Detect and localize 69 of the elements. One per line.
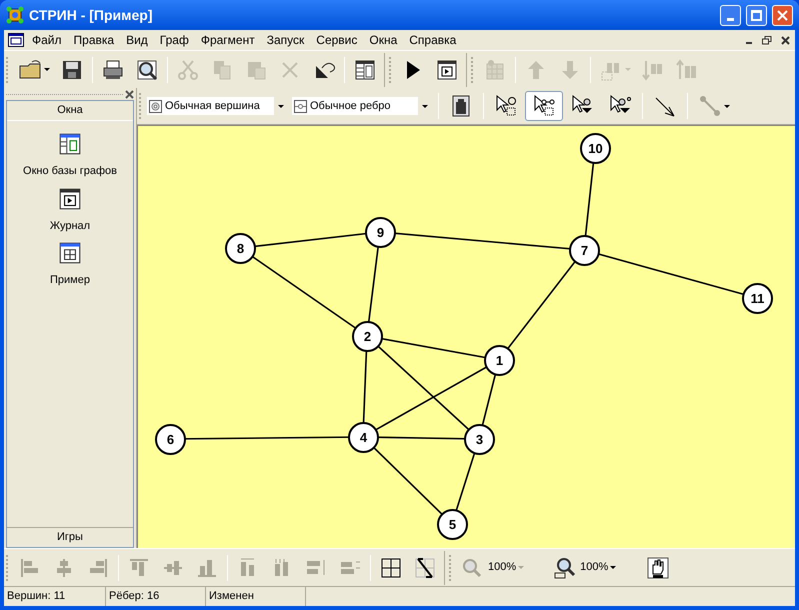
graph-vertex: 3	[464, 424, 495, 455]
app-logo-icon	[6, 6, 24, 24]
graph-vertex: 7	[569, 235, 600, 266]
caret-icon	[724, 104, 730, 108]
binoculars-up-arrow-icon	[675, 58, 699, 82]
table-window-icon	[353, 58, 377, 82]
graph-vertex: 4	[348, 422, 379, 453]
ring-icon	[149, 100, 162, 112]
caret-icon	[44, 68, 50, 71]
caret-icon	[422, 104, 428, 108]
window-title: СТРИН - [Пример]	[29, 6, 154, 25]
menu-item[interactable]: Файл	[26, 31, 68, 49]
caret-icon	[278, 104, 284, 108]
cursor-edge-button[interactable]	[525, 91, 563, 121]
sidebar-item[interactable]: Журнал	[50, 184, 90, 236]
scissors-icon	[176, 58, 200, 82]
printer-icon	[101, 58, 125, 82]
graph-vertex: 1	[484, 345, 515, 376]
status-text: Вершин: 11	[4, 587, 106, 606]
cursor-edge-icon	[532, 94, 556, 118]
vertex-type-dropdown[interactable]: Обычная вершина	[146, 96, 287, 116]
close-button[interactable]	[772, 4, 793, 26]
close-icon[interactable]	[125, 90, 134, 98]
sidebar-footer[interactable]: Игры	[7, 527, 133, 547]
sidebar-item[interactable]: Пример	[50, 238, 90, 290]
play-window-icon	[435, 58, 459, 82]
edge-type-dropdown[interactable]: Обычное ребро	[291, 96, 431, 116]
menu-item[interactable]: Справка	[403, 31, 462, 49]
cursor-vertex-icon	[494, 94, 518, 118]
graph-vertex: 5	[437, 509, 468, 540]
caret-icon	[518, 566, 524, 569]
graph-window-icon	[57, 240, 83, 266]
status-text: Изменен	[206, 587, 306, 606]
hand-icon	[646, 556, 670, 580]
menu-item[interactable]: Сервис	[310, 31, 364, 49]
close-icon	[780, 36, 790, 44]
magnifier-icon	[552, 556, 576, 580]
graph-vertex: 6	[155, 424, 186, 455]
document-icon	[8, 33, 24, 47]
minimize-button[interactable]	[720, 4, 741, 26]
menu-item[interactable]: Граф	[154, 31, 195, 49]
menu-item[interactable]: Окна	[363, 31, 404, 49]
graph-vertex: 10	[580, 133, 611, 164]
graph-vertex: 9	[365, 217, 396, 248]
maximize-button[interactable]	[746, 4, 767, 26]
zoom-dropdown[interactable]: 100%	[456, 552, 528, 582]
graph-vertex: 11	[742, 283, 773, 314]
close-icon	[777, 10, 788, 20]
sidebar-item[interactable]: Окно базы графов	[23, 129, 117, 182]
graph-table-icon	[57, 131, 83, 157]
grid-icon	[379, 556, 403, 580]
magnifier-icon	[135, 58, 159, 82]
menu-item[interactable]: Правка	[68, 31, 120, 49]
status-text: Рёбер: 16	[106, 587, 206, 606]
caret-icon	[625, 68, 631, 71]
connected-dots-icon	[698, 94, 722, 118]
zoom-all-dropdown[interactable]: 100%	[548, 552, 620, 582]
sidebar-header[interactable]: Окна	[7, 101, 133, 121]
graph-vertex: 2	[352, 321, 383, 352]
graph-vertex: 8	[225, 233, 256, 264]
menu-item[interactable]: Вид	[120, 31, 154, 49]
menu-item[interactable]: Фрагмент	[194, 31, 261, 49]
folder-icon	[18, 58, 42, 82]
edge-icon	[294, 100, 307, 112]
caret-icon	[610, 566, 616, 569]
snap-grid-icon	[413, 556, 437, 580]
play-window-icon	[56, 186, 83, 212]
menu-item[interactable]: Запуск	[260, 31, 310, 49]
restore-icon	[762, 36, 772, 44]
